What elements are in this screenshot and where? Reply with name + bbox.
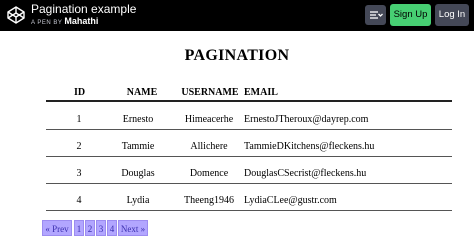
- page-button-3[interactable]: 3: [96, 220, 106, 236]
- codepen-header: Pagination example A PEN BY Mahathi Sign…: [0, 0, 474, 31]
- cell-name: Douglas: [121, 168, 155, 179]
- cell-username: Allichere: [190, 141, 228, 152]
- page-title: PAGINATION: [184, 47, 290, 64]
- cell-username: Domence: [189, 168, 229, 179]
- row-divider: [46, 210, 452, 211]
- cell-username: Himeacerhe: [184, 114, 234, 125]
- page-button-1[interactable]: 1: [74, 220, 84, 236]
- row-divider: [46, 129, 452, 130]
- column-header-email: EMAIL: [244, 87, 278, 98]
- header-divider: [46, 100, 452, 102]
- cell-email: LydiaCLee@gustr.com: [244, 195, 337, 206]
- cell-username: Theeng1946: [184, 195, 234, 206]
- table-row: 2 Tammie Allichere TammieDKitchens@fleck…: [46, 141, 452, 157]
- layout-icon: [370, 11, 383, 19]
- change-view-button[interactable]: [365, 5, 386, 25]
- row-divider: [46, 156, 452, 157]
- table-row: 4 Lydia Theeng1946 LydiaCLee@gustr.com: [46, 195, 452, 211]
- row-divider: [46, 183, 452, 184]
- column-header-username: USERNAME: [181, 87, 239, 98]
- column-header-id: ID: [74, 87, 86, 98]
- byline-prefix: A PEN BY: [31, 20, 63, 26]
- pen-byline: A PEN BY Mahathi: [31, 17, 98, 27]
- next-page-button[interactable]: Next »: [118, 220, 148, 236]
- page-button-4[interactable]: 4: [107, 220, 117, 236]
- sign-up-button[interactable]: Sign Up: [390, 4, 431, 26]
- cell-email: DouglasCSecrist@fleckens.hu: [244, 168, 367, 179]
- table-row: 1 Ernesto Himeacerhe ErnestoJTheroux@day…: [46, 114, 452, 130]
- cell-name: Tammie: [121, 141, 155, 152]
- cell-email: ErnestoJTheroux@dayrep.com: [244, 114, 369, 125]
- cell-id: 1: [76, 114, 82, 125]
- cell-email: TammieDKitchens@fleckens.hu: [244, 141, 375, 152]
- cell-name: Ernesto: [122, 114, 154, 125]
- codepen-logo-icon[interactable]: [6, 5, 26, 25]
- cell-id: 3: [76, 168, 82, 179]
- cell-name: Lydia: [126, 195, 150, 206]
- cell-id: 2: [76, 141, 82, 152]
- prev-page-button[interactable]: « Prev: [42, 220, 72, 236]
- table-row: 3 Douglas Domence DouglasCSecrist@flecke…: [46, 168, 452, 184]
- page-button-2[interactable]: 2: [85, 220, 95, 236]
- column-header-name: NAME: [126, 87, 158, 98]
- pen-title: Pagination example: [31, 2, 137, 16]
- author-link[interactable]: Mahathi: [64, 16, 98, 26]
- log-in-button[interactable]: Log In: [435, 4, 469, 26]
- cell-id: 4: [76, 195, 82, 206]
